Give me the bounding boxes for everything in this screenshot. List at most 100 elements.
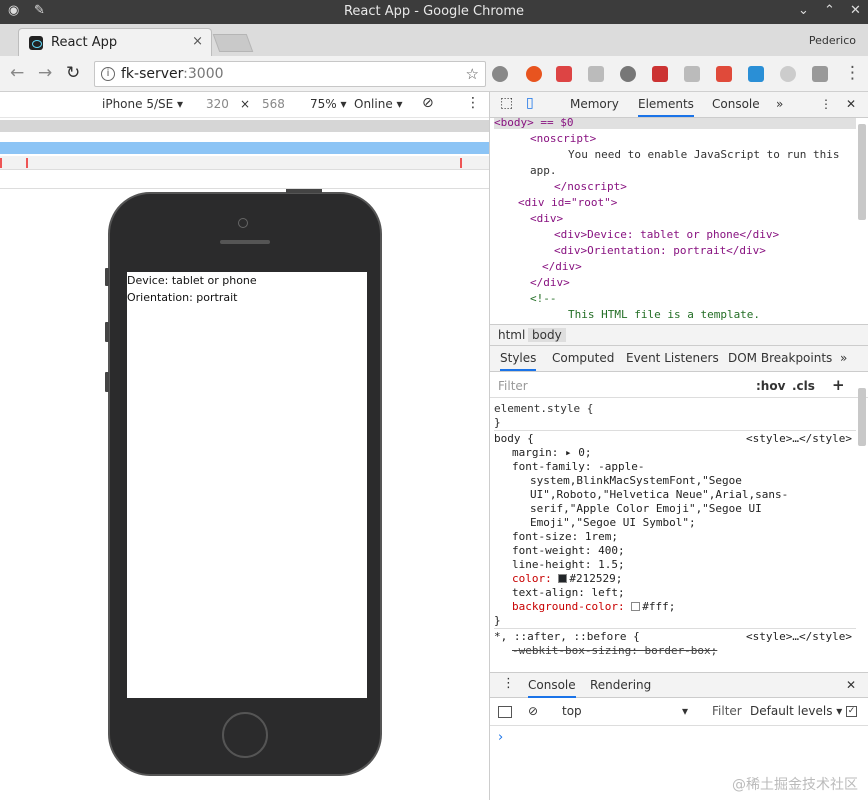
tab-memory[interactable]: Memory [570,97,619,111]
hov-toggle[interactable]: :hov [756,379,785,393]
back-icon[interactable]: ← [10,63,24,83]
tab-close-icon[interactable]: × [192,34,203,49]
elements-scrollbar[interactable] [858,124,866,220]
prop-background-color[interactable]: background-color: #fff; [512,600,675,613]
subtab-event-listeners[interactable]: Event Listeners [626,351,719,365]
console-sidebar-icon[interactable] [498,706,512,718]
styles-scrollbar[interactable] [858,388,866,446]
tree-line-div[interactable]: <div> [530,212,563,225]
style-source-link[interactable]: <style>…</style> [746,432,852,445]
devtools-menu-icon[interactable]: ⋮ [820,97,832,111]
extension-red-icon[interactable] [716,66,732,82]
devtools-close-icon[interactable]: ✕ [846,97,856,111]
extension-s-icon[interactable] [748,66,764,82]
react-favicon-icon [29,36,43,50]
prop-text-align[interactable]: text-align: left; [512,586,625,599]
reload-icon[interactable]: ↻ [66,63,80,83]
extension-screenshot-icon[interactable] [652,66,668,82]
extension-ublock-icon[interactable] [526,66,542,82]
crumb-html[interactable]: html [498,328,525,342]
drawer-tab-rendering[interactable]: Rendering [590,678,651,692]
prop-font-size[interactable]: font-size: 1rem; [512,530,618,543]
extension-circle-icon[interactable] [620,66,636,82]
bookmark-star-icon[interactable]: ☆ [466,65,479,83]
media-query-bar-maxwidth[interactable] [0,142,489,154]
color-swatch[interactable] [558,574,568,583]
group-similar-checkbox[interactable]: ✓ [846,706,857,717]
info-icon[interactable]: i [101,67,115,81]
menu-kebab-icon[interactable]: ⋮ [844,63,861,83]
extension-gmail-icon[interactable] [556,66,572,82]
styles-filter-input[interactable]: Filter [498,379,528,393]
prop-font-weight[interactable]: font-weight: 400; [512,544,625,557]
tree-line-noscript[interactable]: <noscript> [530,132,596,145]
subtab-styles[interactable]: Styles [500,351,537,371]
subtabs-more-icon[interactable]: » [840,351,847,365]
more-tabs-icon[interactable]: » [776,97,783,111]
forward-icon[interactable]: → [38,63,52,83]
address-bar[interactable]: i fk-server:3000 ☆ [94,61,486,87]
maximize-icon[interactable]: ⌃ [824,3,835,18]
device-more-icon[interactable]: ⋮ [466,95,480,111]
extension-cloud-icon[interactable] [812,66,828,82]
universal-selector[interactable]: *, ::after, ::before { [494,630,640,643]
tree-line-root[interactable]: <div id="root"> [518,196,617,209]
inspect-element-icon[interactable]: ⬚ [500,95,513,111]
drawer-tab-console[interactable]: Console [528,678,576,698]
zoom-select[interactable]: 75% ▾ [310,97,347,111]
tree-line-device[interactable]: <div>Device: tablet or phone</div> [554,228,779,241]
element-style-selector[interactable]: element.style { [494,402,593,415]
close-window-icon[interactable]: ✕ [850,3,861,18]
extension-grid-icon[interactable] [684,66,700,82]
context-select[interactable]: top [562,704,582,718]
extension-dropbox-icon[interactable] [588,66,604,82]
tab-strip: React App × Pederico [0,24,868,56]
tree-line-noscript-close[interactable]: </noscript> [554,180,627,193]
prop-font-family[interactable]: font-family: -apple- [512,460,644,473]
cls-toggle[interactable]: .cls [792,379,815,393]
clear-console-icon[interactable]: ⊘ [528,704,538,718]
bg-swatch[interactable] [631,602,641,611]
body-selector[interactable]: body { [494,432,534,445]
device-select[interactable]: iPhone 5/SE ▾ [102,97,183,111]
profile-name[interactable]: Pederico [809,34,856,47]
context-dropdown-icon[interactable]: ▾ [682,704,688,718]
subtab-computed[interactable]: Computed [552,351,614,365]
prop-margin[interactable]: margin: ▸ 0; [512,446,591,459]
crumb-body[interactable]: body [528,328,566,342]
rotate-icon[interactable]: ⊘ [422,95,434,111]
elements-tree[interactable]: <body> == $0 <noscript> You need to enab… [490,118,858,320]
prop-color-value: #212529; [569,572,623,585]
extension-google-icon[interactable] [780,66,796,82]
new-rule-icon[interactable]: + [832,376,845,394]
device-screen: Device: tablet or phone Orientation: por… [127,272,367,698]
console-filter-input[interactable]: Filter [712,704,742,718]
tree-line-div-close[interactable]: </div> [542,260,582,273]
width-input[interactable]: 320 [206,97,229,111]
prop-webkit-box-sizing[interactable]: -webkit-box-sizing: border-box; [512,644,717,657]
prop-color[interactable]: color: #212529; [512,572,622,585]
device-toggle-icon[interactable]: ▯ [526,95,534,111]
tab-console[interactable]: Console [712,97,760,111]
drawer-close-icon[interactable]: ✕ [846,678,856,692]
network-select[interactable]: Online ▾ [354,97,403,111]
style-source-link-2[interactable]: <style>…</style> [746,630,852,643]
tab-elements[interactable]: Elements [638,97,694,117]
subtab-dom-breakpoints[interactable]: DOM Breakpoints [728,351,832,365]
extension-globe-icon[interactable] [492,66,508,82]
height-input[interactable]: 568 [262,97,285,111]
tree-line-body[interactable]: <body> == $0 [494,118,856,129]
tree-line-root-close[interactable]: </div> [530,276,570,289]
prop-line-height[interactable]: line-height: 1.5; [512,558,625,571]
console-prompt[interactable]: › [498,730,503,745]
log-levels-select[interactable]: Default levels ▾ [750,704,842,718]
tree-line-orientation[interactable]: <div>Orientation: portrait</div> [554,244,766,257]
drawer-menu-icon[interactable]: ⋮ [502,676,515,691]
media-query-bar-minwidth[interactable] [0,120,489,132]
prop-color-name: color: [512,572,552,585]
minimize-icon[interactable]: ⌄ [798,3,809,18]
tree-line-comment[interactable]: <!-- [530,292,557,305]
browser-tab[interactable]: React App × [18,28,212,56]
styles-pane[interactable]: element.style { } body { <style>…</style… [490,400,858,666]
new-tab-button[interactable] [212,34,254,52]
